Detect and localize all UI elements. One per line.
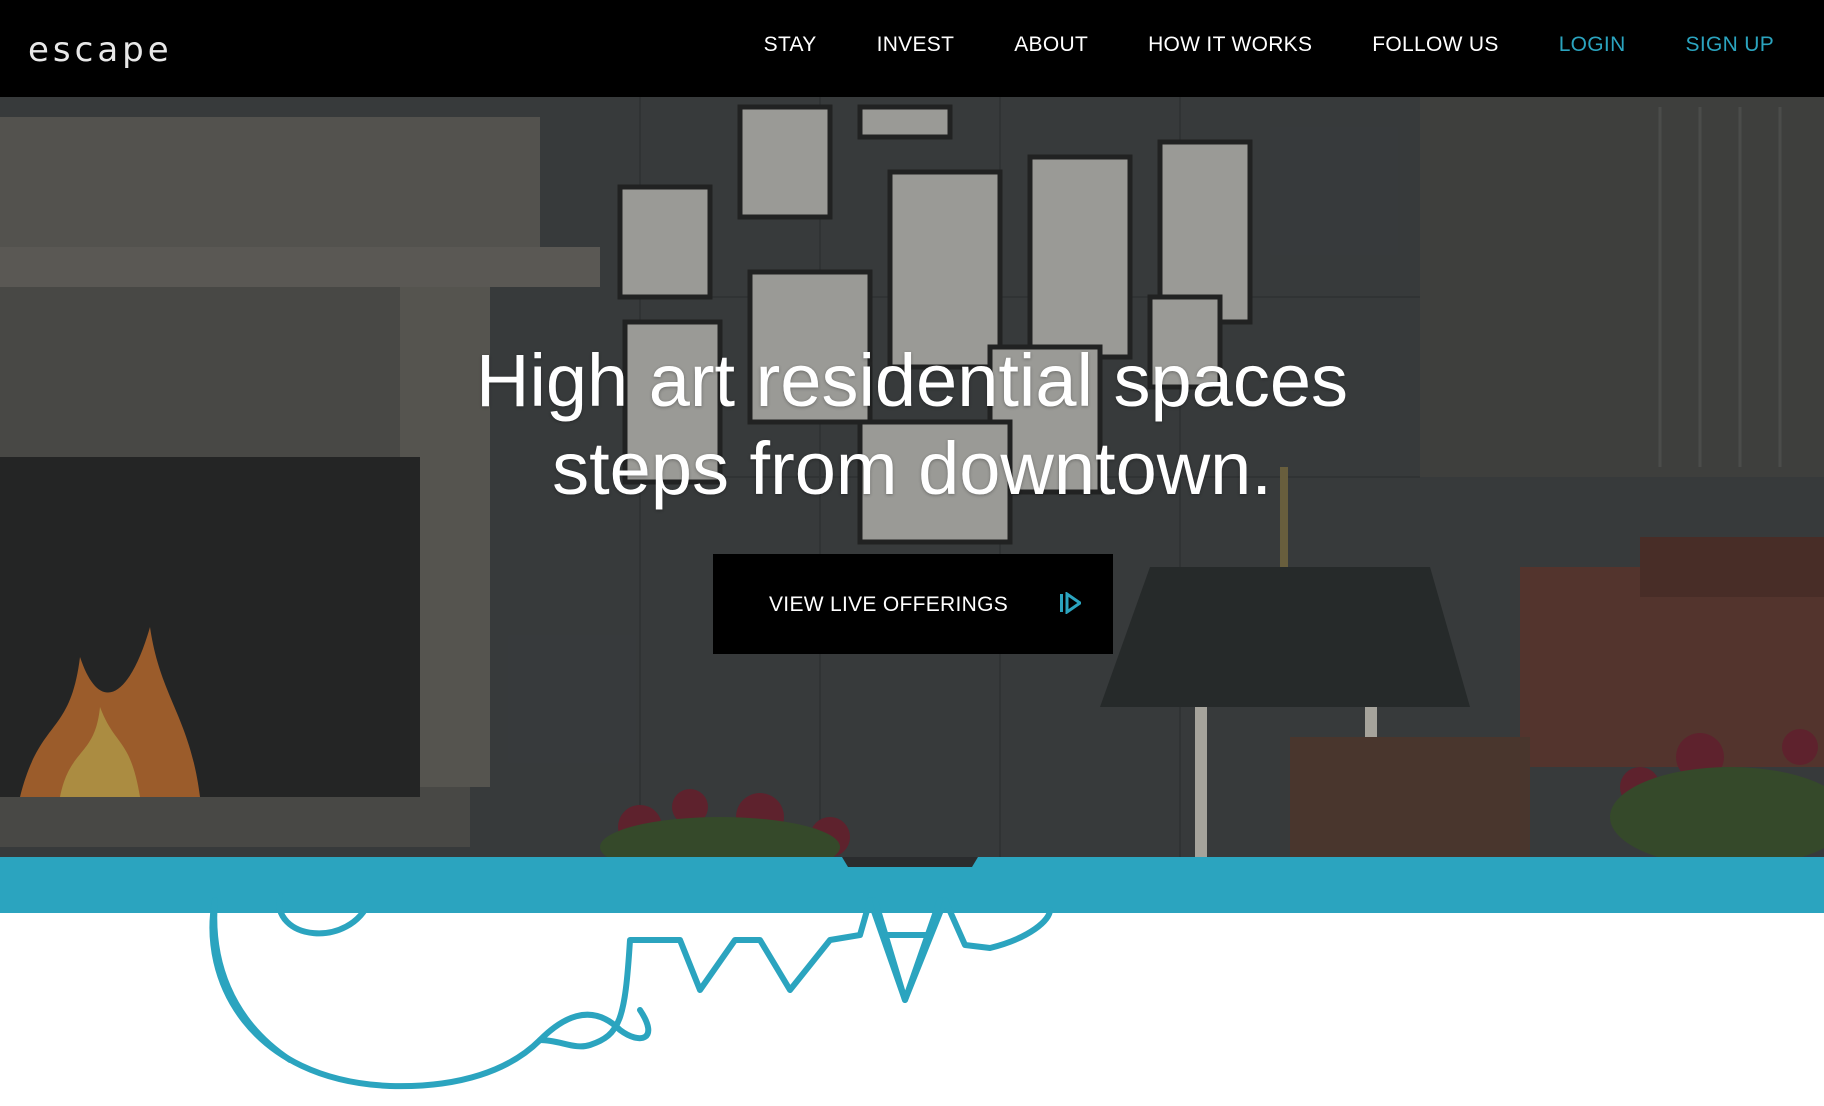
nav-item-about[interactable]: ABOUT <box>1014 33 1088 57</box>
cta-label: VIEW LIVE OFFERINGS <box>769 593 1009 616</box>
hero-headline-line-2: steps from downtown. <box>552 427 1272 510</box>
top-navbar: escape STAY INVEST ABOUT HOW IT WORKS FO… <box>0 0 1824 97</box>
signup-link[interactable]: SIGN UP <box>1686 33 1774 57</box>
nav-item-how-it-works[interactable]: HOW IT WORKS <box>1148 33 1312 57</box>
main-nav: STAY INVEST ABOUT HOW IT WORKS FOLLOW US… <box>704 0 1774 90</box>
nav-item-stay[interactable]: STAY <box>764 33 817 57</box>
logo-wordmark: escape <box>28 30 173 70</box>
nav-item-invest[interactable]: INVEST <box>877 33 955 57</box>
hero-section: High art residential spaces steps from d… <box>0 97 1824 857</box>
play-skip-icon <box>1059 591 1083 620</box>
escape-logo[interactable]: escape <box>28 26 173 70</box>
view-live-offerings-button[interactable]: VIEW LIVE OFFERINGS <box>713 554 1113 654</box>
hero-headline-line-1: High art residential spaces <box>476 339 1348 422</box>
hero-headline: High art residential spaces steps from d… <box>0 337 1824 513</box>
nav-item-follow-us[interactable]: FOLLOW US <box>1372 33 1498 57</box>
login-link[interactable]: LOGIN <box>1559 33 1626 57</box>
key-line-icon <box>209 857 1053 1090</box>
